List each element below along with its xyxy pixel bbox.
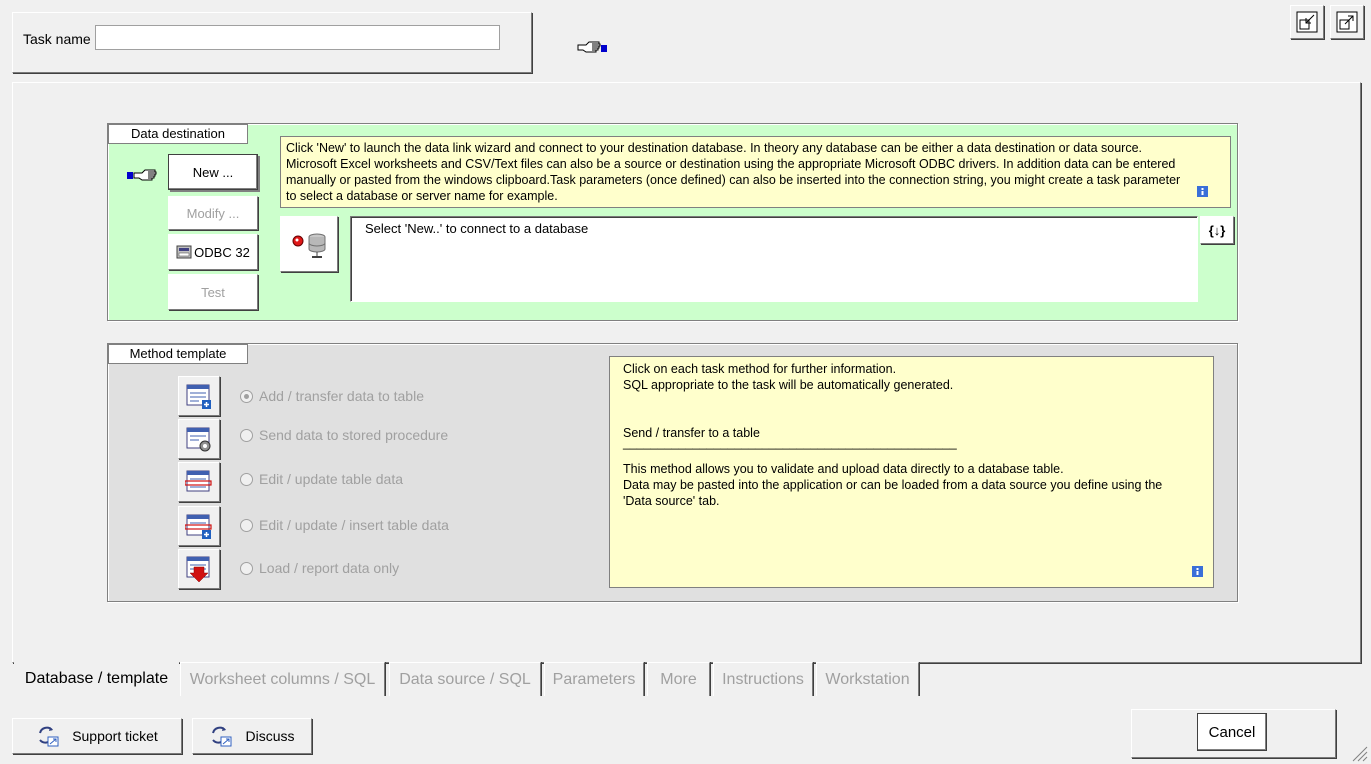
tab-workstation[interactable]: Workstation [816, 662, 919, 696]
method-template-label: Method template [108, 344, 248, 364]
method-option-label: Edit / update table data [259, 471, 403, 487]
insert-parameter-button[interactable]: {↓} [1200, 216, 1234, 244]
restore-icon [1296, 11, 1318, 33]
radio-selected[interactable] [240, 389, 253, 403]
cancel-button[interactable]: Cancel [1197, 713, 1267, 751]
method-option-edit-update[interactable]: Edit / update table data [240, 471, 403, 487]
method-option-label: Load / report data only [259, 560, 400, 576]
support-ticket-label: Support ticket [72, 728, 158, 744]
tab-instructions[interactable]: Instructions [713, 662, 813, 696]
odbc32-label: ODBC 32 [194, 244, 250, 260]
method-option-label: Edit / update / insert table data [259, 517, 449, 533]
method-help-rule: ________________________________________… [623, 436, 957, 450]
maximize-window-button[interactable] [1330, 5, 1364, 39]
method-template-group: Method template Add / transfer data to t… [107, 343, 1238, 602]
destination-help-line: to select a database or server name for … [286, 189, 558, 203]
load-report-method-button[interactable] [178, 549, 220, 589]
method-option-label: Send data to stored procedure [259, 427, 449, 443]
test-connection-button[interactable]: Test [168, 274, 258, 310]
tab-data-source[interactable]: Data source / SQL [389, 662, 541, 696]
method-option-add-transfer[interactable]: Add / transfer data to table [240, 388, 424, 404]
pointing-hand-icon [127, 169, 157, 181]
task-name-panel: Task name [12, 12, 532, 73]
method-option-load-report[interactable]: Load / report data only [240, 560, 399, 576]
maximize-icon [1336, 11, 1358, 33]
tab-database-template[interactable]: Database / template [14, 660, 179, 696]
radio-unselected[interactable] [240, 518, 253, 532]
radio-unselected[interactable] [240, 561, 253, 575]
task-name-input[interactable] [95, 25, 500, 50]
method-help-text: Click on each task method for further in… [609, 356, 1214, 588]
task-name-label: Task name [23, 31, 91, 47]
info-icon[interactable] [1197, 186, 1208, 197]
discuss-link-icon [212, 726, 232, 747]
table-edit-add-icon [185, 514, 212, 539]
main-tab-content: Data destination New ... Modify ... ODBC… [12, 82, 1361, 663]
radio-unselected[interactable] [240, 428, 253, 442]
method-help-line: Data may be pasted into the application … [623, 478, 1163, 492]
add-transfer-method-button[interactable] [178, 376, 220, 416]
database-disconnected-icon [292, 233, 326, 258]
table-add-icon [186, 384, 211, 409]
method-help-line: This method allows you to validate and u… [623, 462, 1064, 476]
pointing-hand-icon [577, 41, 607, 53]
discuss-button[interactable]: Discuss [192, 718, 312, 754]
support-ticket-button[interactable]: Support ticket [12, 718, 182, 754]
method-help-line: Click on each task method for further in… [623, 362, 897, 376]
destination-help-line: manually or pasted from the windows clip… [286, 173, 1181, 187]
method-help-line: SQL appropriate to the task will be auto… [623, 378, 954, 392]
data-destination-group: Data destination New ... Modify ... ODBC… [107, 123, 1238, 321]
destination-help-line: Click 'New' to launch the data link wiza… [286, 141, 1142, 155]
connection-status-button[interactable] [280, 216, 338, 272]
discuss-label: Discuss [245, 728, 295, 744]
table-download-icon [186, 556, 210, 583]
method-option-edit-insert[interactable]: Edit / update / insert table data [240, 517, 449, 533]
new-connection-button[interactable]: New ... [168, 154, 258, 190]
connection-string-box[interactable]: Select 'New..' to connect to a database [350, 216, 1198, 302]
method-option-label: Add / transfer data to table [259, 388, 424, 404]
table-edit-icon [185, 470, 212, 492]
destination-help-text: Click 'New' to launch the data link wiza… [280, 136, 1231, 208]
stored-procedure-method-button[interactable] [178, 419, 220, 459]
resize-grip-icon[interactable] [1350, 744, 1368, 762]
tab-worksheet-columns[interactable]: Worksheet columns / SQL [180, 662, 385, 696]
info-icon[interactable] [1192, 566, 1203, 577]
odbc32-button[interactable]: ODBC 32 [168, 234, 258, 270]
tab-more[interactable]: More [647, 662, 710, 696]
modify-connection-button[interactable]: Modify ... [168, 196, 258, 230]
edit-update-method-button[interactable] [178, 462, 220, 502]
data-destination-label: Data destination [108, 124, 248, 144]
tab-parameters[interactable]: Parameters [544, 662, 644, 696]
restore-window-button[interactable] [1290, 5, 1324, 39]
destination-help-line: Microsoft Excel worksheets and CSV/Text … [286, 157, 1176, 171]
support-link-icon [39, 726, 59, 747]
radio-unselected[interactable] [240, 472, 253, 486]
odbc-icon [176, 245, 192, 259]
method-option-stored-procedure[interactable]: Send data to stored procedure [240, 427, 448, 443]
table-gear-icon [186, 427, 211, 452]
method-help-line: 'Data source' tab. [623, 494, 720, 508]
edit-insert-method-button[interactable] [178, 506, 220, 546]
